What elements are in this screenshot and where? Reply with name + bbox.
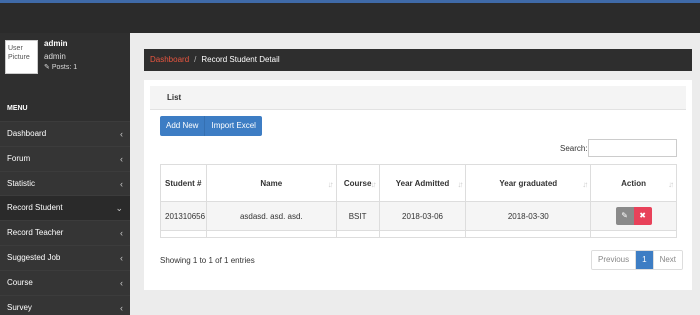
column-header-label: Year Admitted (395, 178, 450, 188)
sidebar-item-label: Suggested Job (7, 252, 61, 262)
edit-icon: ✎ (44, 64, 50, 71)
sidebar-item-survey[interactable]: Survey ‹ (0, 294, 130, 315)
panel-title: List (150, 86, 686, 110)
sidebar-item-record-teacher[interactable]: Record Teacher ‹ (0, 220, 130, 245)
next-button[interactable]: Next (653, 251, 683, 269)
sidebar-item-statistic[interactable]: Statistic ‹ (0, 170, 130, 196)
edit-icon: ✎ (621, 211, 628, 220)
empty-cell (378, 230, 467, 238)
user-profile: User Picture admin admin ✎ Posts: 1 (0, 33, 130, 98)
table-footer-row (160, 230, 677, 238)
table-header-row: Student # Name ↓↑ Course ↓↑ Year Admitted ↓… (160, 164, 677, 202)
column-header-action[interactable]: Action ↓↑ (590, 164, 677, 202)
sidebar-item-course[interactable]: Course ‹ (0, 269, 130, 295)
sort-icon: ↓↑ (668, 180, 674, 189)
breadcrumb: Dashboard / Record Student Detail (144, 49, 692, 71)
page-1-button[interactable]: 1 (636, 251, 654, 269)
username: admin (44, 39, 68, 48)
pagination: Previous 1 Next (591, 250, 684, 270)
posts-count: ✎ Posts: 1 (44, 63, 77, 71)
menu-title: MENU (7, 105, 28, 112)
row-actions: ✎ ✖ (615, 207, 652, 225)
column-header-year-graduated[interactable]: Year graduated ↓↑ (465, 164, 592, 202)
column-header-label: Student # (165, 178, 202, 188)
sidebar-item-record-student[interactable]: Record Student ⌄ (0, 195, 130, 221)
empty-cell (590, 230, 677, 238)
add-new-button[interactable]: Add New (160, 116, 206, 136)
chevron-left-icon: ‹ (120, 129, 123, 139)
sidebar-item-label: Forum (7, 153, 31, 163)
entries-info: Showing 1 to 1 of 1 entries (160, 256, 255, 265)
sidebar: User Picture admin admin ✎ Posts: 1 MENU… (0, 33, 130, 315)
cell-action: ✎ ✖ (590, 201, 677, 231)
sidebar-item-dashboard[interactable]: Dashboard ‹ (0, 121, 130, 146)
chevron-left-icon: ‹ (120, 178, 123, 189)
breadcrumb-separator: / (194, 55, 197, 64)
chevron-left-icon: ‹ (120, 153, 123, 164)
sidebar-item-label: Course (7, 277, 33, 287)
chevron-left-icon: ‹ (120, 228, 123, 239)
sidebar-item-label: Record Teacher (7, 228, 64, 238)
cell-name: asdasd. asd. asd. (205, 201, 337, 231)
sidebar-item-label: Record Student (7, 203, 63, 213)
search-input[interactable] (588, 139, 677, 157)
column-header-student-no[interactable]: Student # (160, 164, 207, 202)
delete-button[interactable]: ✖ (633, 207, 652, 225)
search-label: Search: (560, 144, 588, 153)
main-content: Dashboard / Record Student Detail List Add… (130, 33, 700, 315)
chevron-left-icon: ‹ (120, 252, 123, 263)
sidebar-item-label: Statistic (7, 178, 36, 188)
column-header-label: Name (260, 178, 283, 188)
table-row: 201310656 asdasd. asd. asd. BSIT 2018-03… (160, 201, 677, 231)
close-icon: ✖ (639, 211, 646, 220)
sort-icon: ↓↑ (327, 180, 334, 189)
cell-year-admitted: 2018-03-06 (378, 201, 467, 231)
sort-icon: ↓↑ (582, 180, 588, 189)
sidebar-item-label: Dashboard (7, 129, 47, 138)
column-header-name[interactable]: Name ↓↑ (205, 164, 337, 202)
edit-button[interactable]: ✎ (615, 207, 634, 225)
chevron-left-icon: ‹ (120, 302, 123, 313)
empty-cell (160, 230, 207, 238)
sidebar-item-forum[interactable]: Forum ‹ (0, 145, 130, 171)
empty-cell (205, 230, 337, 238)
previous-button[interactable]: Previous (592, 251, 637, 269)
action-buttons: Add New Import Excel (160, 116, 262, 136)
column-header-label: Action (621, 178, 647, 188)
column-header-course[interactable]: Course ↓↑ (335, 164, 380, 202)
sidebar-item-label: Survey (7, 302, 32, 312)
breadcrumb-current: Record Student Detail (201, 55, 280, 64)
column-header-label: Course (343, 178, 372, 188)
list-panel: List Add New Import Excel Search: Studen… (144, 80, 692, 290)
empty-cell (335, 230, 380, 238)
column-header-year-admitted[interactable]: Year Admitted ↓↑ (378, 164, 467, 202)
chevron-left-icon: ‹ (120, 277, 123, 288)
posts-label: Posts: 1 (51, 64, 78, 71)
avatar: User Picture (5, 40, 38, 74)
sort-icon: ↓↑ (370, 180, 377, 189)
empty-cell (465, 230, 592, 238)
students-table: Student # Name ↓↑ Course ↓↑ Year Admitted ↓… (160, 164, 677, 238)
top-bar (0, 0, 700, 33)
sort-icon: ↓↑ (457, 180, 463, 189)
sidebar-menu: Dashboard ‹ Forum ‹ Statistic ‹ Record Stud… (0, 121, 130, 315)
cell-year-graduated: 2018-03-30 (465, 201, 592, 231)
chevron-down-icon: ⌄ (115, 203, 123, 214)
user-role: admin (44, 52, 66, 61)
cell-course: BSIT (335, 201, 380, 231)
column-header-label: Year graduated (499, 178, 558, 188)
sidebar-item-suggested-job[interactable]: Suggested Job ‹ (0, 244, 130, 270)
import-excel-button[interactable]: Import Excel (205, 116, 262, 136)
cell-student-no: 201310656 (160, 201, 207, 231)
breadcrumb-dashboard-link[interactable]: Dashboard (150, 55, 189, 64)
